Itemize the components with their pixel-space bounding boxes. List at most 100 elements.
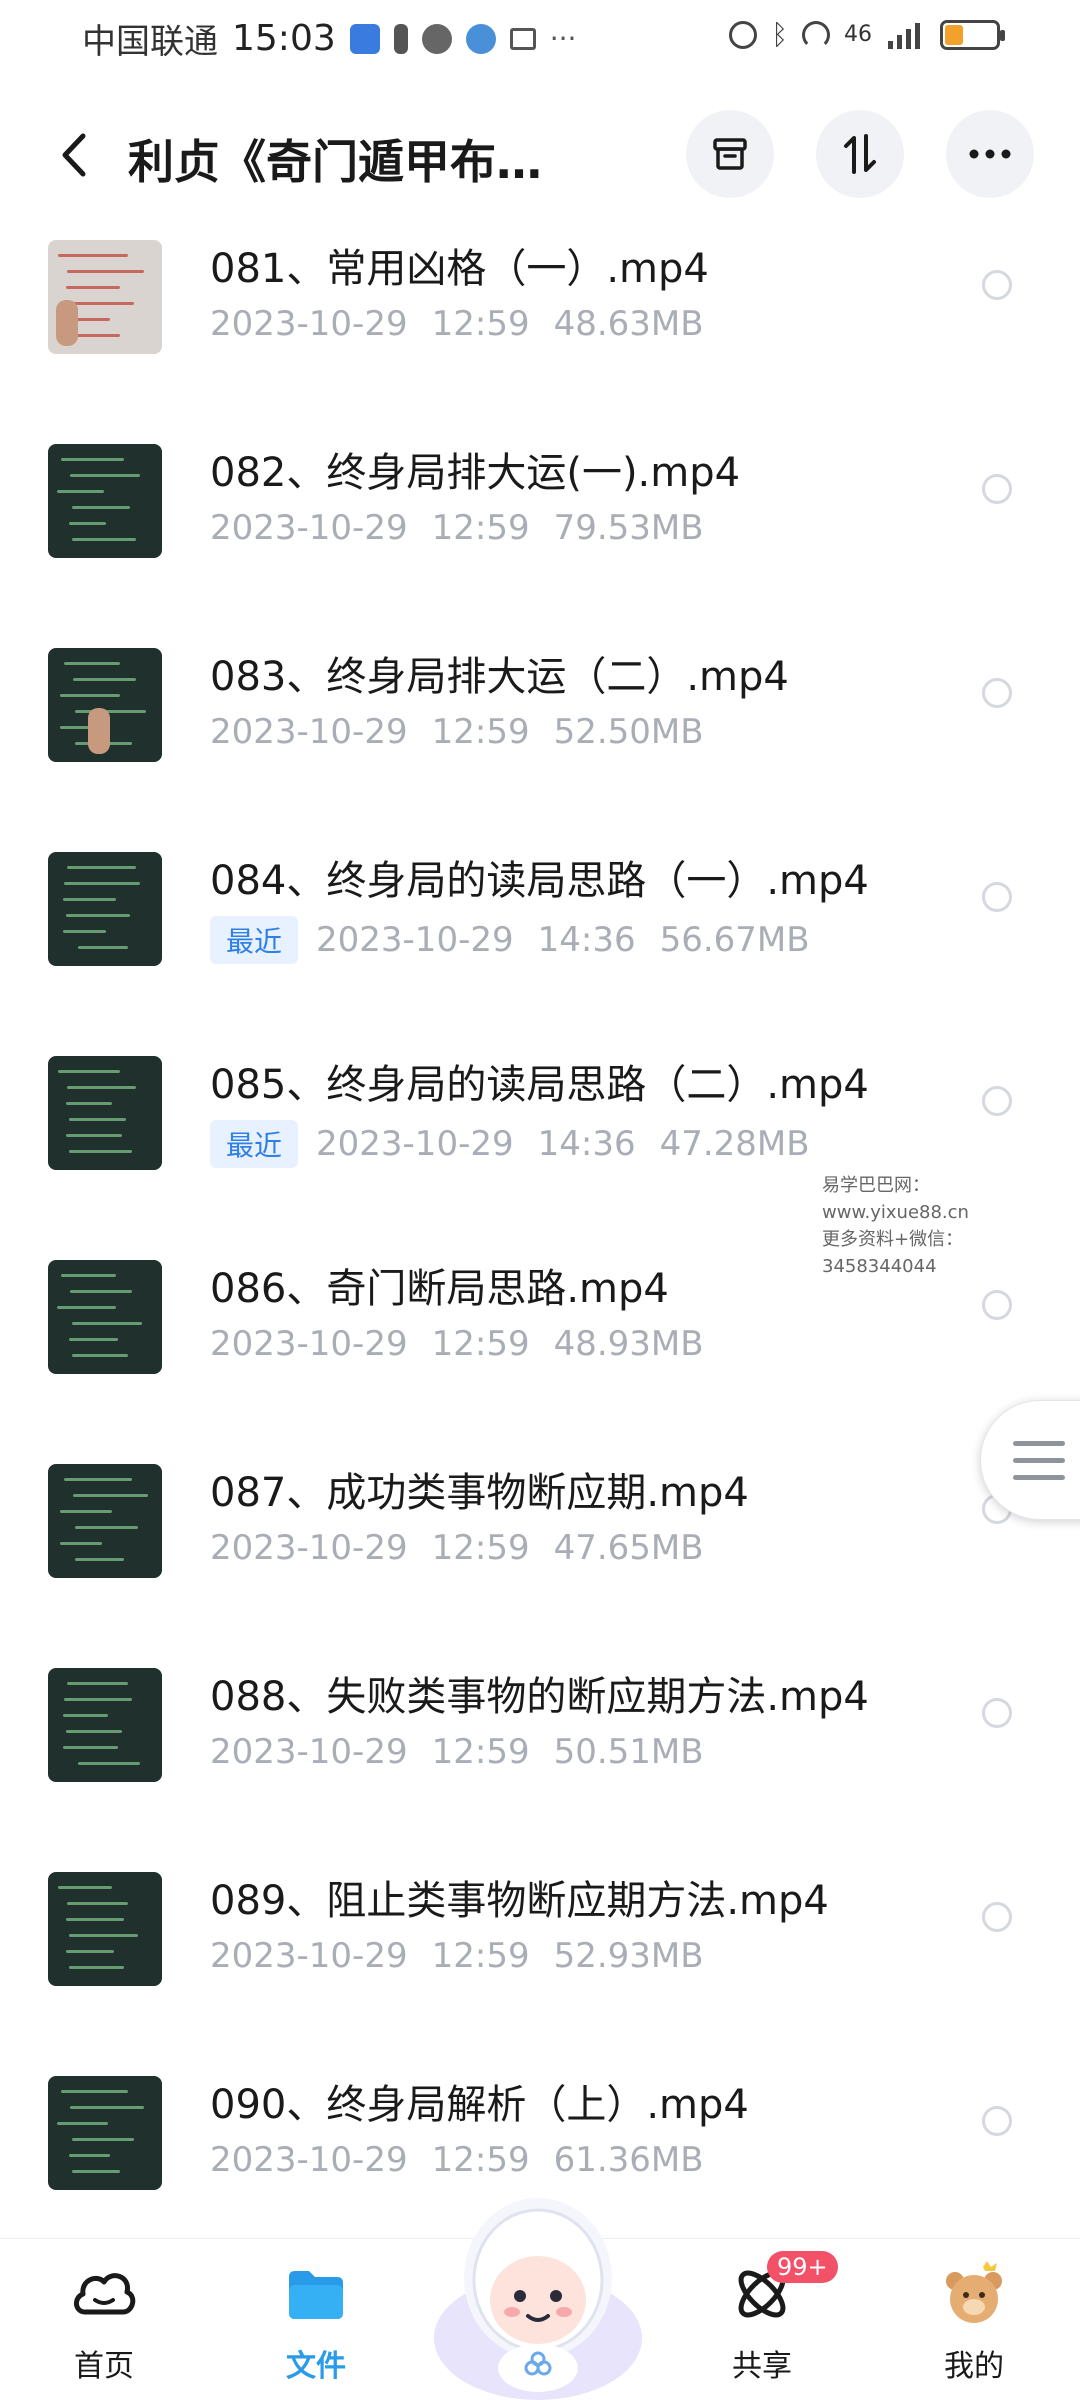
select-radio[interactable] [982, 678, 1012, 708]
battery-icon [940, 19, 1005, 50]
file-time: 12:59 [431, 1732, 530, 1772]
thumbnail-scribble [58, 1886, 112, 1889]
file-row[interactable]: 089、阻止类事物断应期方法.mp4 2023-10-29 12:59 52.93MB [0, 1842, 1080, 2046]
file-time: 14:36 [537, 1124, 636, 1164]
recent-tag: 最近 [210, 916, 299, 964]
select-radio[interactable] [982, 1902, 1012, 1932]
file-name: 086、奇门断局思路.mp4 [210, 1266, 669, 1312]
select-radio[interactable] [982, 270, 1012, 300]
more-options-button[interactable] [946, 110, 1034, 198]
nav-label-home: 首页 [74, 2349, 134, 2384]
file-time: 12:59 [431, 1324, 530, 1364]
file-date: 2023-10-29 [316, 920, 514, 960]
thumbnail-scribble [73, 1494, 148, 1497]
wechat-icon [421, 23, 452, 54]
thumbnail-hand [88, 708, 110, 754]
select-radio[interactable] [982, 474, 1012, 504]
file-name: 089、阻止类事物断应期方法.mp4 [210, 1878, 829, 1924]
file-name: 082、终身局排大运(一).mp4 [210, 450, 741, 496]
file-row[interactable]: 083、终身局排大运（二）.mp4 2023-10-29 12:59 52.50MB [0, 618, 1080, 822]
thumbnail-scribble [67, 1086, 136, 1089]
thumbnail-scribble [63, 930, 106, 933]
archive-box-icon [713, 138, 747, 170]
thumbnail-scribble [64, 1478, 132, 1481]
more-horizontal-icon [969, 149, 1011, 159]
archive-button[interactable] [686, 110, 774, 198]
file-date: 2023-10-29 [210, 1324, 408, 1364]
file-date: 2023-10-29 [210, 1528, 408, 1568]
file-name: 081、常用凶格（一）.mp4 [210, 246, 709, 292]
file-name: 090、终身局解析（上）.mp4 [210, 2082, 749, 2128]
thumbnail-scribble [70, 1290, 132, 1293]
select-radio[interactable] [982, 1086, 1012, 1116]
watermark-line-2: 更多资料+微信：3458344044 [822, 1229, 964, 1277]
file-size: 47.28MB [659, 1124, 810, 1164]
select-radio[interactable] [982, 1290, 1012, 1320]
file-row[interactable]: 082、终身局排大运(一).mp4 2023-10-29 12:59 79.53MB [0, 414, 1080, 618]
cart-icon [509, 27, 536, 50]
back-button[interactable] [44, 120, 104, 190]
thumbnail-scribble [75, 1526, 138, 1529]
file-date: 2023-10-29 [316, 1124, 514, 1164]
file-meta: 2023-10-29 12:59 48.63MB [210, 304, 704, 344]
folder-icon [281, 2259, 351, 2329]
file-time: 12:59 [431, 1936, 530, 1976]
thumbnail-hand [56, 300, 78, 346]
file-name: 083、终身局排大运（二）.mp4 [210, 654, 789, 700]
file-size: 56.67MB [659, 920, 810, 960]
menu-line [1013, 1475, 1065, 1480]
file-name: 085、终身局的读局思路（二）.mp4 [210, 1062, 869, 1108]
video-thumbnail [48, 1464, 162, 1578]
sort-button[interactable] [816, 110, 904, 198]
thumbnail-scribble [61, 2090, 128, 2093]
thumbnail-scribble [67, 1902, 128, 1905]
video-thumbnail [48, 1872, 162, 1986]
select-radio[interactable] [982, 1698, 1012, 1728]
thumbnail-scribble [60, 1510, 112, 1513]
file-date: 2023-10-29 [210, 304, 408, 344]
thumbnail-scribble [67, 866, 136, 869]
file-meta: 2023-10-29 12:59 52.93MB [210, 1936, 704, 1976]
status-bar: 中国联通 15:03 ··· ᛒ 46 [0, 0, 1080, 80]
nav-item-me[interactable]: 我的 [904, 2259, 1044, 2389]
thumbnail-scribble [64, 1698, 132, 1701]
thumbnail-scribble [73, 678, 136, 681]
thumbnail-scribble [57, 2122, 108, 2125]
file-row[interactable]: 087、成功类事物断应期.mp4 2023-10-29 12:59 47.65MB [0, 1434, 1080, 1638]
network-type-label: 46 [844, 22, 872, 47]
file-row[interactable]: 088、失败类事物的断应期方法.mp4 2023-10-29 12:59 50.51M… [0, 1638, 1080, 1842]
assistant-mascot-button[interactable] [428, 2168, 648, 2400]
file-date: 2023-10-29 [210, 1732, 408, 1772]
nav-item-home[interactable]: 首页 [34, 2259, 174, 2389]
thumbnail-scribble [61, 458, 124, 461]
video-thumbnail [48, 1260, 162, 1374]
nav-item-files[interactable]: 文件 [246, 2259, 386, 2389]
select-radio[interactable] [982, 2106, 1012, 2136]
thumbnail-scribble [57, 490, 104, 493]
thumbnail-scribble [60, 694, 120, 697]
file-time: 12:59 [431, 304, 530, 344]
file-size: 47.65MB [553, 1528, 704, 1568]
header: 利贞《奇门遁甲布… [0, 100, 1080, 210]
file-size: 48.93MB [553, 1324, 704, 1364]
thumbnail-scribble [70, 474, 140, 477]
clock: 15:03 [232, 18, 336, 59]
file-row[interactable]: 081、常用凶格（一）.mp4 2023-10-29 12:59 48.63MB [0, 210, 1080, 414]
thumbnail-scribble [78, 946, 128, 949]
file-row[interactable]: 084、终身局的读局思路（一）.mp4 最近 2023-10-29 14:36 56.6… [0, 822, 1080, 1026]
thumbnail-scribble [66, 914, 130, 917]
select-radio[interactable] [982, 882, 1012, 912]
file-date: 2023-10-29 [210, 508, 408, 548]
screen: 中国联通 15:03 ··· ᛒ 46 利贞《奇门遁甲布… 081、常用凶格（一… [0, 0, 1080, 2400]
nav-item-share[interactable]: 99+ 共享 [692, 2251, 838, 2389]
thumbnail-scribble [72, 506, 130, 509]
video-thumbnail [48, 240, 162, 354]
file-size: 52.50MB [553, 712, 704, 752]
thumbnail-scribble [57, 1306, 116, 1309]
page-title: 利贞《奇门遁甲布… [128, 135, 542, 189]
share-orbit-icon: 99+ [727, 2251, 838, 2329]
sort-arrows-icon [844, 134, 876, 174]
file-meta: 最近 2023-10-29 14:36 56.67MB [210, 916, 810, 964]
thumbnail-scribble [67, 270, 144, 273]
thumbnail-scribble [61, 1274, 116, 1277]
